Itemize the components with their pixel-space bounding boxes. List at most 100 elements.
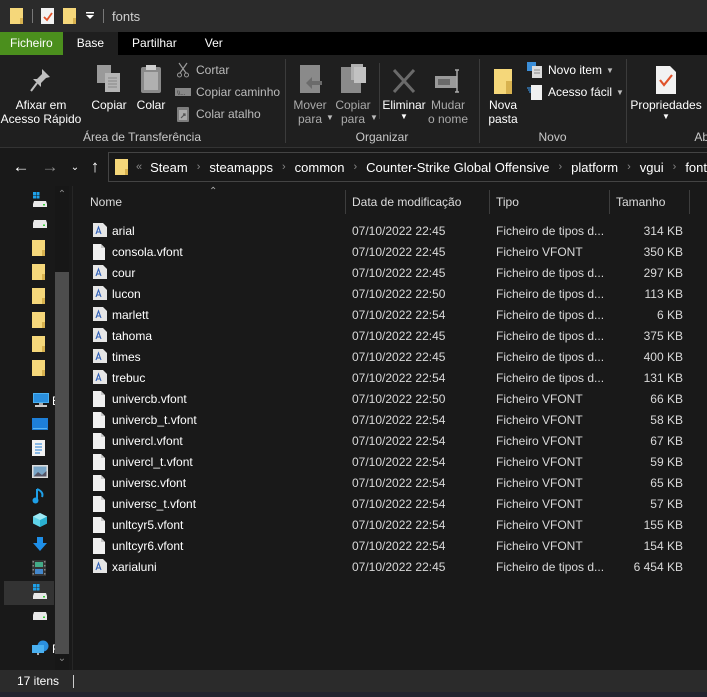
nav-item[interactable] — [4, 605, 54, 629]
file-row[interactable]: tahoma 07/10/2022 22:45 Ficheiro de tipos … — [73, 325, 707, 346]
file-row[interactable]: xarialuni 07/10/2022 22:45 Ficheiro de tip… — [73, 556, 707, 577]
breadcrumb-vgui[interactable]: vgui — [636, 160, 668, 175]
new-folder-icon[interactable] — [63, 8, 77, 24]
chevron-down-icon: ▼ — [400, 112, 408, 121]
column-header-date[interactable]: Data de modificação — [352, 186, 486, 218]
forward-button[interactable]: → — [40, 157, 60, 177]
file-row[interactable]: trebuc 07/10/2022 22:54 Ficheiro de tipos … — [73, 367, 707, 388]
file-row[interactable]: unltcyr5.vfont 07/10/2022 22:54 Ficheiro V… — [73, 514, 707, 535]
breadcrumb-chevron-icon[interactable]: › — [622, 161, 636, 173]
file-row[interactable]: marlett 07/10/2022 22:54 Ficheiro de tipos… — [73, 304, 707, 325]
nav-item[interactable] — [4, 261, 54, 285]
rename-button[interactable]: Mudar o nome — [428, 61, 468, 126]
nav-item[interactable] — [4, 413, 54, 437]
file-row[interactable]: univercb.vfont 07/10/2022 22:50 Ficheiro V… — [73, 388, 707, 409]
breadcrumb-platform[interactable]: platform — [567, 160, 622, 175]
copy-to-button[interactable]: Copiar para ▼ — [334, 61, 378, 126]
nav-item[interactable] — [4, 509, 54, 533]
nav-item[interactable] — [4, 557, 54, 581]
tab-ficheiro[interactable]: Ficheiro — [0, 32, 63, 55]
file-size: 131 KB — [643, 370, 683, 385]
file-row[interactable]: times 07/10/2022 22:45 Ficheiro de tipos d… — [73, 346, 707, 367]
clipboard-group: Afixar em Acesso Rápido Copiar Colar Cor… — [0, 55, 284, 148]
address-bar[interactable]: « Steam › steamapps › common › Counter-S… — [108, 152, 707, 182]
nav-item[interactable] — [4, 189, 54, 213]
file-row[interactable]: consola.vfont 07/10/2022 22:45 Ficheiro VF… — [73, 241, 707, 262]
file-size: 113 KB — [644, 286, 683, 301]
scroll-down-icon[interactable]: ⌄ — [55, 652, 69, 666]
copy-button[interactable]: Copiar — [90, 61, 128, 112]
breadcrumb-steamapps[interactable]: steamapps — [205, 160, 277, 175]
up-button[interactable]: ↑ — [85, 157, 105, 177]
nav-item[interactable] — [4, 461, 54, 485]
column-header-size[interactable]: Tamanho — [616, 186, 688, 218]
breadcrumb-steam[interactable]: Steam — [146, 160, 192, 175]
delete-button[interactable]: Eliminar ▼ — [382, 61, 426, 121]
column-separator[interactable] — [689, 190, 690, 214]
back-button[interactable]: ← — [11, 157, 31, 177]
file-name: marlett — [112, 307, 149, 322]
column-header-type[interactable]: Tipo — [496, 186, 606, 218]
recent-locations-button[interactable]: ⌄ — [65, 157, 85, 177]
file-row[interactable]: universc_t.vfont 07/10/2022 22:54 Ficheiro… — [73, 493, 707, 514]
file-size: 350 KB — [643, 244, 683, 259]
easy-access-button[interactable]: Acesso fácil ▼ — [527, 82, 624, 102]
file-icon — [93, 475, 105, 494]
column-separator[interactable] — [345, 190, 346, 214]
new-item-icon — [527, 62, 543, 78]
breadcrumb-chevron-icon[interactable]: › — [277, 161, 291, 173]
column-separator[interactable] — [489, 190, 490, 214]
nav-item[interactable] — [4, 213, 54, 237]
tab-ver[interactable]: Ver — [191, 32, 237, 55]
breadcrumb-overflow[interactable]: « — [128, 161, 146, 173]
nav-item[interactable]: E — [4, 389, 60, 413]
breadcrumb-chevron-icon[interactable]: › — [553, 161, 567, 173]
copy-path-button[interactable]: \\... Copiar caminho — [175, 82, 280, 102]
cut-button[interactable]: Cortar — [175, 60, 229, 80]
customize-toolbar-icon[interactable] — [85, 11, 95, 21]
nav-item[interactable] — [4, 485, 54, 509]
column-header-name[interactable]: Nome — [90, 186, 346, 218]
scroll-thumb[interactable] — [55, 272, 69, 654]
file-row[interactable]: univercl.vfont 07/10/2022 22:54 Ficheiro V… — [73, 430, 707, 451]
scroll-up-icon[interactable]: ⌃ — [55, 188, 69, 202]
file-row[interactable]: arial 07/10/2022 22:45 Ficheiro de tipos d… — [73, 220, 707, 241]
nav-item[interactable] — [4, 581, 54, 605]
nav-item[interactable] — [4, 309, 54, 333]
new-item-button[interactable]: Novo item ▼ — [527, 60, 614, 80]
breadcrumb-chevron-icon[interactable]: › — [668, 161, 682, 173]
pin-icon — [28, 61, 54, 95]
file-row[interactable]: universc.vfont 07/10/2022 22:54 Ficheiro V… — [73, 472, 707, 493]
nav-item[interactable] — [4, 285, 54, 309]
file-row[interactable]: cour 07/10/2022 22:45 Ficheiro de tipos d.… — [73, 262, 707, 283]
move-to-button[interactable]: Mover para ▼ — [292, 61, 334, 126]
file-row[interactable]: univercl_t.vfont 07/10/2022 22:54 Ficheiro… — [73, 451, 707, 472]
tab-base[interactable]: Base — [62, 32, 119, 55]
properties-icon[interactable] — [41, 8, 55, 24]
breadcrumb-csgo[interactable]: Counter-Strike Global Offensive — [362, 160, 553, 175]
column-separator[interactable] — [609, 190, 610, 214]
properties-button[interactable]: Propriedades ▼ — [630, 61, 702, 121]
nav-pane-scrollbar[interactable]: ⌃ ⌄ — [55, 186, 69, 670]
file-row[interactable]: unltcyr6.vfont 07/10/2022 22:54 Ficheiro V… — [73, 535, 707, 556]
breadcrumb-common[interactable]: common — [291, 160, 349, 175]
file-row[interactable]: lucon 07/10/2022 22:50 Ficheiro de tipos d… — [73, 283, 707, 304]
file-row[interactable]: univercb_t.vfont 07/10/2022 22:54 Ficheiro… — [73, 409, 707, 430]
nav-item[interactable] — [4, 437, 54, 461]
new-folder-button[interactable]: Nova pasta — [486, 61, 520, 126]
breadcrumb-fonts[interactable]: fonts — [681, 160, 707, 175]
paste-button[interactable]: Colar — [136, 61, 166, 112]
nav-item[interactable] — [4, 533, 54, 557]
paste-shortcut-button[interactable]: Colar atalho — [175, 104, 261, 124]
file-name: tahoma — [112, 328, 153, 343]
nav-item[interactable] — [4, 357, 54, 381]
nav-item[interactable] — [4, 237, 54, 261]
breadcrumb-chevron-icon[interactable]: › — [349, 161, 363, 173]
breadcrumb-chevron-icon[interactable]: › — [192, 161, 206, 173]
pin-quick-access-button[interactable]: Afixar em Acesso Rápido — [1, 61, 81, 126]
copy-path-icon: \\... — [175, 84, 191, 100]
file-name: universc.vfont — [112, 475, 187, 490]
nav-item[interactable]: R — [4, 637, 61, 661]
nav-item[interactable] — [4, 333, 54, 357]
tab-partilhar[interactable]: Partilhar — [118, 32, 191, 55]
